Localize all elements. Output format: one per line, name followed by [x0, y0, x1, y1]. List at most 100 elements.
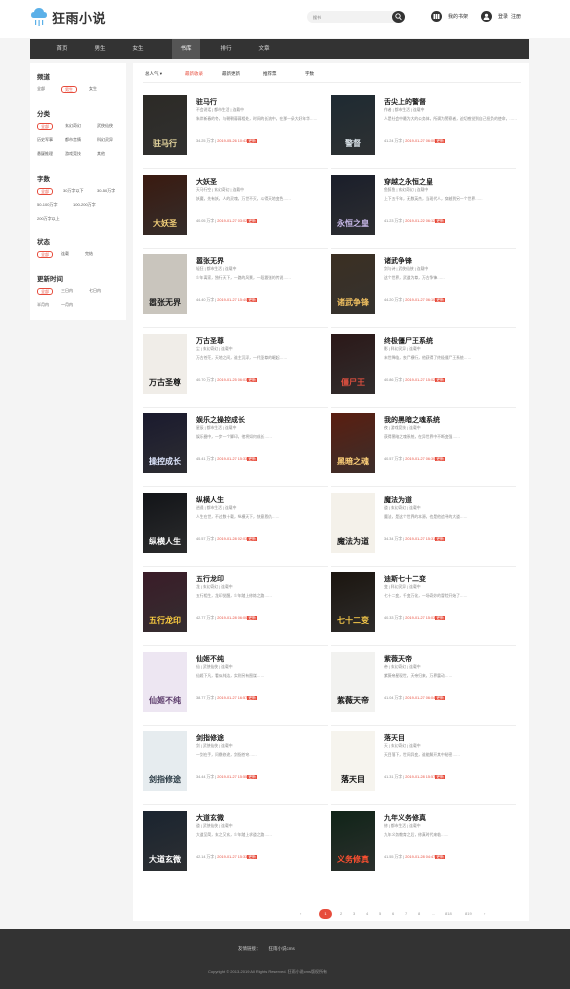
page-link[interactable]: 8	[418, 909, 420, 919]
search-input[interactable]	[313, 13, 388, 21]
book-card[interactable]: 僵尸王 终极僵尸王系统影 | 科幻灵异 | 连载中 末世降临，丧尸横行，他获得了终极…	[331, 333, 516, 408]
sort-tab[interactable]: 推荐票	[263, 71, 277, 77]
filter-option[interactable]: 其他	[97, 151, 105, 157]
book-title[interactable]: 大妖圣	[196, 177, 217, 187]
book-cover[interactable]: 操控成长	[143, 413, 187, 473]
book-card[interactable]: 七十二变 迪斯七十二变变 | 科幻灵异 | 连载中 七十二变，千变万化，一场奇妙的冒…	[331, 572, 516, 646]
filter-option[interactable]: 游戏竞技	[65, 151, 81, 157]
book-cover[interactable]: 仙姬不纯	[143, 651, 187, 712]
filter-option[interactable]: 完结	[85, 251, 93, 257]
filter-option[interactable]: 女生	[89, 86, 97, 92]
book-card[interactable]: 义务修真 九年义务修真修 | 都市生活 | 连载中 九年义务教育之后，修真时代来临……	[331, 810, 516, 877]
book-title[interactable]: 嚣张无界	[196, 256, 224, 266]
book-card[interactable]: 大妖圣 大妖圣 天马行空 | 玄幻奇幻 | 连载中 妖魔，先有妖，人的灵魂，万世不灭，…	[143, 174, 328, 249]
page-link[interactable]: 1	[319, 909, 332, 919]
filter-option[interactable]: 半月内	[37, 302, 49, 308]
filter-option[interactable]: 七日内	[89, 288, 101, 294]
login-link[interactable]: 登录	[498, 14, 508, 20]
book-cover[interactable]: 落天目	[331, 731, 375, 791]
book-card[interactable]: 万古圣尊 万古圣尊尘 | 玄幻奇幻 | 连载中 万古苍茫，天地之间，谁主沉浮，一代圣…	[143, 333, 328, 408]
filter-option[interactable]: 全部	[37, 188, 53, 195]
book-card[interactable]: 操控成长 娱乐之操控成长 星辰 | 都市生活 | 连载中 娱乐圈中，一步一个脚印，他将…	[143, 413, 328, 487]
filter-option[interactable]: 一月内	[61, 302, 73, 308]
filter-option[interactable]: 30万字以下	[63, 188, 83, 194]
book-title[interactable]: 五行龙印	[196, 574, 224, 584]
book-card[interactable]: 黑暗之魂 我的黑暗之魂系统夜 | 游戏竞技 | 连载中 获得黑暗之魂系统，在异世界中…	[331, 413, 516, 487]
book-cover[interactable]: 七十二变	[331, 572, 375, 632]
nav-item[interactable]: 书库	[172, 39, 200, 59]
page-link[interactable]: 3	[353, 909, 355, 919]
filter-option[interactable]: 30-50万字	[97, 188, 115, 194]
page-link[interactable]: 4	[366, 909, 368, 919]
book-card[interactable]: 魔法为道 魔法为道道 | 玄幻奇幻 | 连载中 魔法，是这个世界的本源，也是他追寻的…	[331, 492, 516, 567]
sort-tab[interactable]: 最新更新	[222, 71, 240, 77]
page-link[interactable]: 7	[405, 909, 407, 919]
book-title[interactable]: 魔法为道	[384, 495, 412, 505]
filter-option[interactable]: 玄幻奇幻	[65, 123, 81, 129]
filter-option[interactable]: 男生	[61, 86, 77, 93]
book-cover[interactable]: 诸武争锋	[331, 254, 375, 314]
book-cover[interactable]: 嚣张无界	[143, 254, 187, 314]
nav-item[interactable]: 男生	[86, 39, 114, 59]
friend-link[interactable]: 狂雨小说cms	[269, 946, 295, 951]
book-card[interactable]: 纵横人生 纵横人生 逍遥 | 都市生活 | 连载中 人生在世，不过数十载，纵横天下，快…	[143, 492, 328, 567]
page-link[interactable]: 819	[465, 909, 472, 919]
book-title[interactable]: 万古圣尊	[196, 336, 224, 346]
book-card[interactable]: 五行龙印 五行龙印龙 | 玄幻奇幻 | 连载中 五行相生，龙印觉醒，少年踏上修炼之路…	[143, 572, 328, 646]
book-card[interactable]: 诸武争锋 诸武争锋 剑与诗 | 武侠仙侠 | 连载中 这个世界，武道为尊，万古争锋………	[331, 254, 516, 328]
book-cover[interactable]: 魔法为道	[331, 492, 375, 553]
book-cover[interactable]: 大妖圣	[143, 174, 187, 235]
search-button[interactable]	[392, 11, 405, 23]
book-cover[interactable]: 紫薇天帝	[331, 651, 375, 712]
page-link[interactable]: 6	[392, 909, 394, 919]
sort-tab[interactable]: 最新收录	[185, 71, 203, 77]
book-title[interactable]: 紫薇天帝	[384, 654, 412, 664]
filter-option[interactable]: 武侠仙侠	[97, 123, 113, 129]
book-title[interactable]: 娱乐之操控成长	[196, 415, 245, 425]
page-link[interactable]: ›	[484, 909, 485, 919]
book-card[interactable]: 紫薇天帝 紫薇天帝帝 | 玄幻奇幻 | 连载中 紫薇帝星现世，天帝归来，万界震动………	[331, 651, 516, 726]
book-title[interactable]: 穿越之永恒之皇	[384, 177, 433, 187]
book-title[interactable]: 大道玄微	[196, 813, 224, 823]
nav-item[interactable]: 排行	[212, 39, 240, 59]
nav-item[interactable]: 女生	[124, 39, 152, 59]
page-link[interactable]: ...	[432, 909, 435, 919]
filter-option[interactable]: 三日内	[61, 288, 73, 294]
nav-item[interactable]: 文章	[250, 39, 278, 59]
book-title[interactable]: 仙姬不纯	[196, 654, 224, 664]
register-link[interactable]: 注册	[511, 14, 521, 20]
book-cover[interactable]: 僵尸王	[331, 333, 375, 394]
book-title[interactable]: 纵横人生	[196, 495, 224, 505]
book-cover[interactable]: 万古圣尊	[143, 333, 187, 394]
filter-option[interactable]: 100-200万字	[73, 202, 96, 208]
book-title[interactable]: 终极僵尸王系统	[384, 336, 433, 346]
book-card[interactable]: 嚣张无界 嚣张无界 轻狂 | 都市生活 | 连载中 少年离家，独行天下，一路的风景，一…	[143, 254, 328, 328]
filter-option[interactable]: 全部	[37, 123, 53, 130]
book-title[interactable]: 诸武争锋	[384, 256, 412, 266]
book-title[interactable]: 迪斯七十二变	[384, 574, 426, 584]
book-title[interactable]: 剑指修途	[196, 733, 224, 743]
filter-option[interactable]: 50-100万字	[37, 202, 57, 208]
page-link[interactable]: ‹	[300, 909, 301, 919]
book-cover[interactable]: 驻马行	[143, 95, 187, 155]
book-card[interactable]: 永恒之皇 穿越之永恒之皇 鱼醉鱼 | 玄幻奇幻 | 连载中 上下五千年，无数英杰，当现…	[331, 174, 516, 249]
book-title[interactable]: 舌尖上的警督	[384, 97, 426, 107]
book-title[interactable]: 驻马行	[196, 97, 217, 107]
sort-tab[interactable]: 总人气 ▾	[145, 71, 162, 77]
book-cover[interactable]: 五行龙印	[143, 572, 187, 632]
book-cover[interactable]: 剑指修途	[143, 731, 187, 791]
book-card[interactable]: 大道玄微 大道玄微道 | 武侠仙侠 | 连载中 大道至简，玄之又玄，少年踏上求道之路…	[143, 810, 328, 877]
filter-option[interactable]: 全部	[37, 288, 53, 295]
filter-option[interactable]: 200万字以上	[37, 216, 60, 222]
filter-option[interactable]: 都市言情	[65, 137, 81, 143]
book-card[interactable]: 剑指修途 剑指修途剑 | 武侠仙侠 | 连载中 一剑在手，问鼎修途，剑指苍穹…… 34…	[143, 731, 328, 805]
book-card[interactable]: 驻马行 驻马行 不会说话 | 都市生活 | 连载中 朱岸新春的冬，与朝朝暮暮相处，时间…	[143, 95, 328, 169]
book-card[interactable]: 落天目 落天目天 | 玄幻奇幻 | 连载中 天目落下，世间异变，谁能解开其中秘密………	[331, 731, 516, 805]
sort-tab[interactable]: 字数	[305, 71, 314, 77]
book-title[interactable]: 我的黑暗之魂系统	[384, 415, 440, 425]
book-cover[interactable]: 大道玄微	[143, 810, 187, 871]
filter-option[interactable]: 科幻灵异	[97, 137, 113, 143]
filter-option[interactable]: 全部	[37, 86, 45, 92]
bookshelf-link[interactable]: 我的书架	[431, 11, 468, 22]
book-title[interactable]: 落天目	[384, 733, 405, 743]
